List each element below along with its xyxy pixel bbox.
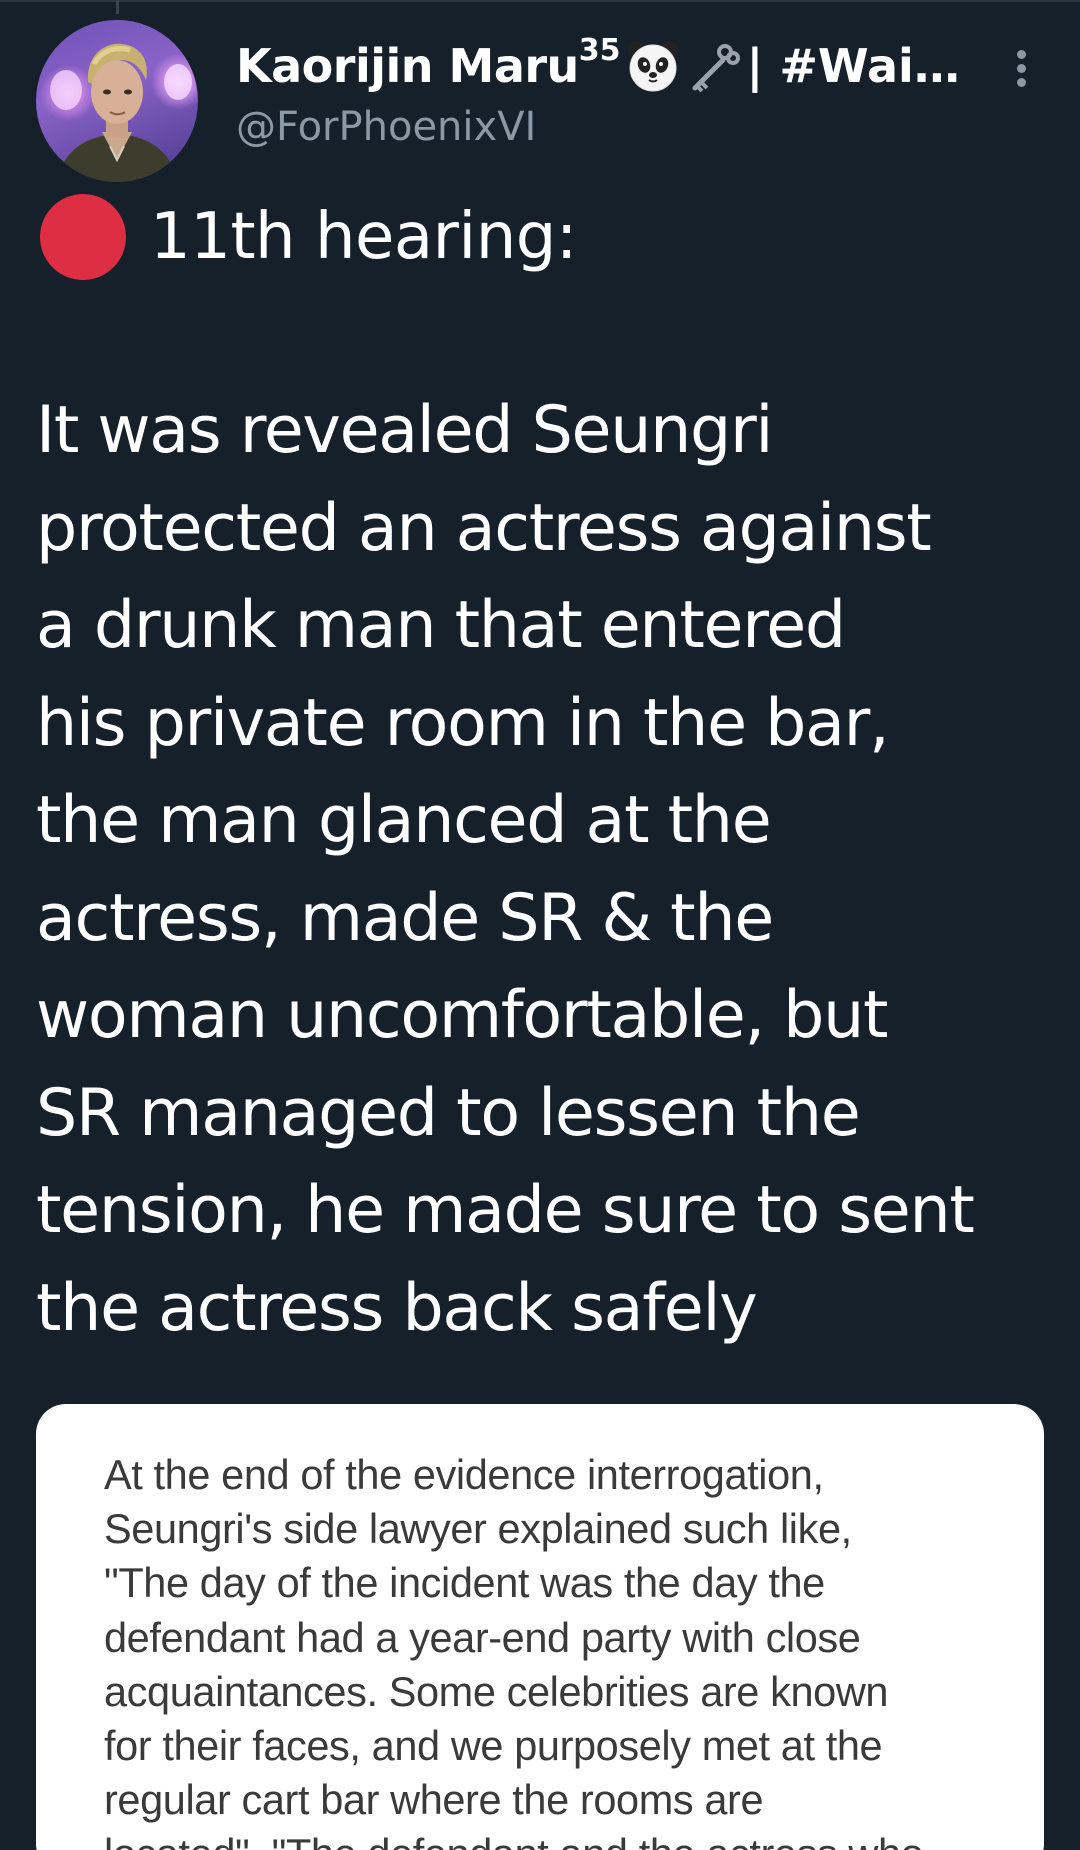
- tweet-body: It was revealed Seungri protected an act…: [36, 382, 1056, 1357]
- tweet-heading: 11th hearing:: [40, 192, 577, 282]
- panda-face-icon: [625, 38, 681, 94]
- name-row: Kaorijin Maru 35 | #Wai…: [236, 32, 1016, 98]
- image-text-line: "The day of the incident was the day the: [104, 1559, 825, 1607]
- more-options-icon[interactable]: [1006, 50, 1036, 94]
- tweet-body-line: a drunk man that entered: [36, 588, 846, 663]
- image-text-line: located". "The defendant and the actress…: [104, 1827, 1024, 1850]
- tweet-body-line: tension, he made sure to sent: [36, 1173, 975, 1248]
- attached-image-text: At the end of the evidence interrogation…: [104, 1448, 1024, 1850]
- image-text-line: Seungri's side lawyer explained such lik…: [104, 1505, 852, 1553]
- thread-connector-line: [116, 0, 119, 14]
- image-text-line: defendant had a year-end party with clos…: [104, 1613, 861, 1661]
- avatar[interactable]: [36, 20, 198, 182]
- image-text-line: At the end of the evidence interrogation…: [104, 1451, 824, 1498]
- tweet-body-line: protected an actress against: [36, 490, 932, 566]
- tweet-page: Kaorijin Maru 35 | #Wai… @ForPhoenixVI 1…: [0, 0, 1080, 1850]
- display-name-suffix: | #Wai…: [746, 39, 960, 93]
- name-superscript: 35: [578, 32, 621, 68]
- image-text-line: for their faces, and we purposely met at…: [104, 1722, 883, 1770]
- tweet-header: Kaorijin Maru 35 | #Wai… @ForPhoenixVI: [236, 32, 1016, 151]
- top-divider: [0, 0, 1080, 2]
- tweet-body-line: the actress back safely: [36, 1270, 758, 1346]
- tweet-body-line: SR managed to lessen the: [36, 1075, 861, 1151]
- red-circle-icon: [40, 194, 126, 280]
- tweet-body-line: the man glanced at the: [36, 783, 772, 858]
- avatar-portrait-icon: [50, 43, 192, 182]
- image-text-line: acquaintances. Some celebrities are know…: [104, 1667, 889, 1715]
- user-handle[interactable]: @ForPhoenixVI: [236, 104, 1016, 150]
- display-name[interactable]: Kaorijin Maru: [236, 39, 579, 93]
- tweet-body-line: actress, made SR & the: [36, 880, 774, 956]
- tweet-body-line: his private room in the bar,: [36, 685, 890, 761]
- attached-image[interactable]: At the end of the evidence interrogation…: [36, 1404, 1044, 1850]
- old-key-icon: [685, 38, 741, 94]
- tweet-body-line: woman uncomfortable, but: [36, 978, 889, 1053]
- tweet-body-line: It was revealed Seungri: [36, 393, 773, 468]
- tweet-heading-text: 11th hearing:: [150, 200, 577, 274]
- image-text-line: regular cart bar where the rooms are: [104, 1776, 764, 1824]
